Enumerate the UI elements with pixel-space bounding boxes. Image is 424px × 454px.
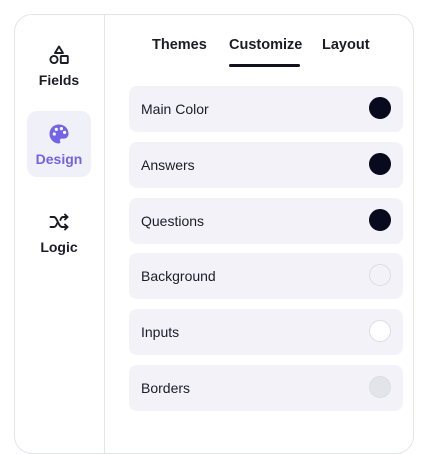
color-swatch[interactable]: [369, 264, 391, 286]
tab-bar: Themes Customize Layout: [105, 15, 413, 71]
setting-row-background[interactable]: Background: [129, 253, 403, 299]
tab-customize[interactable]: Customize: [229, 37, 302, 53]
sidebar-item-label: Logic: [40, 238, 78, 255]
tab-layout[interactable]: Layout: [322, 37, 370, 53]
tab-themes[interactable]: Themes: [152, 37, 207, 53]
color-swatch[interactable]: [369, 320, 391, 342]
setting-label: Background: [141, 268, 216, 284]
sidebar-item-fields[interactable]: Fields: [27, 32, 91, 98]
setting-label: Answers: [141, 157, 195, 173]
setting-label: Inputs: [141, 324, 180, 340]
sidebar-item-label: Fields: [38, 71, 80, 88]
setting-row-main-color[interactable]: Main Color: [129, 86, 403, 132]
color-swatch[interactable]: [369, 209, 391, 231]
sidebar: Fields Design Logic: [15, 15, 105, 453]
setting-row-borders[interactable]: Borders: [129, 365, 403, 411]
setting-row-answers[interactable]: Answers: [129, 142, 403, 188]
sidebar-item-label: Design: [35, 150, 83, 167]
setting-row-questions[interactable]: Questions: [129, 198, 403, 244]
sidebar-item-logic[interactable]: Logic: [27, 199, 91, 265]
palette-icon: [47, 122, 71, 146]
design-panel: Fields Design Logic Themes Customize Lay…: [14, 14, 414, 454]
shapes-icon: [47, 43, 71, 67]
sidebar-item-design[interactable]: Design: [27, 111, 91, 177]
setting-row-inputs[interactable]: Inputs: [129, 309, 403, 355]
color-swatch[interactable]: [369, 97, 391, 119]
active-tab-indicator: [229, 64, 300, 67]
setting-label: Questions: [141, 213, 205, 229]
color-swatch[interactable]: [369, 376, 391, 398]
setting-label: Main Color: [141, 101, 209, 117]
setting-label: Borders: [141, 380, 191, 396]
shuffle-icon: [47, 210, 71, 234]
color-swatch[interactable]: [369, 153, 391, 175]
